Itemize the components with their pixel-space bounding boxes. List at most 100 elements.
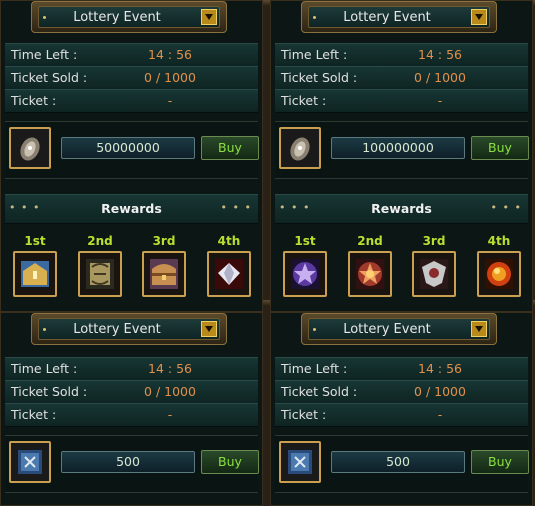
lottery-event-dropdown[interactable]: Lottery Event	[31, 1, 227, 33]
time-left-label: Time Left :	[11, 47, 78, 62]
fire-orb-icon	[485, 259, 513, 289]
time-left-row: Time Left : 14 : 56	[5, 43, 258, 67]
golden-chest-icon	[21, 261, 49, 287]
ticket-value: -	[167, 407, 173, 422]
spellbook-icon	[288, 450, 312, 474]
treasure-chest-icon	[150, 259, 178, 289]
ticket-value: -	[167, 93, 173, 108]
time-left-value: 14 : 56	[148, 361, 192, 376]
ticket-sold-value: 0 / 1000	[144, 384, 196, 399]
purchase-box: 100000000 Buy	[275, 121, 529, 179]
time-left-row: Time Left : 14 : 56	[275, 43, 528, 67]
lottery-event-dropdown[interactable]: Lottery Event	[31, 313, 227, 345]
ticket-item-slot[interactable]	[9, 441, 51, 483]
time-left-value: 14 : 56	[148, 47, 192, 62]
ticket-value: -	[437, 93, 443, 108]
dropdown-title: Lottery Event	[73, 322, 161, 337]
time-left-label: Time Left :	[11, 361, 78, 376]
chevron-down-icon[interactable]	[201, 321, 217, 337]
lottery-panel-4: Lottery Event Time Left : 14 : 56 Ticket…	[270, 312, 533, 506]
chevron-down-icon[interactable]	[201, 9, 217, 25]
ticket-row: Ticket : -	[5, 403, 258, 427]
lottery-event-dropdown[interactable]: Lottery Event	[301, 1, 497, 33]
price-field: 500	[61, 451, 195, 473]
time-left-value: 14 : 56	[418, 361, 462, 376]
lottery-panel-2: Lottery Event Time Left : 14 : 56 Ticket…	[270, 0, 533, 312]
price-field: 500	[331, 451, 465, 473]
ticket-row: Ticket : -	[5, 89, 258, 113]
purchase-box: 500 Buy	[275, 435, 529, 493]
reward-slot-4th[interactable]	[207, 251, 251, 297]
chevron-down-icon[interactable]	[471, 9, 487, 25]
reward-slot-2nd[interactable]	[78, 251, 122, 297]
buy-button[interactable]: Buy	[201, 136, 259, 160]
time-left-label: Time Left :	[281, 361, 348, 376]
ticket-value: -	[437, 407, 443, 422]
buy-button[interactable]: Buy	[201, 450, 259, 474]
ticket-label: Ticket :	[11, 93, 57, 108]
lottery-panel-1: Lottery Event Time Left : 14 : 56 Ticket…	[0, 0, 263, 312]
time-left-value: 14 : 56	[418, 47, 462, 62]
rewards-header: • • • Rewards • • •	[5, 194, 258, 224]
time-left-row: Time Left : 14 : 56	[275, 357, 528, 381]
reward-slot-3rd[interactable]	[412, 251, 456, 297]
ticket-sold-row: Ticket Sold : 0 / 1000	[275, 66, 528, 90]
ornate-box-icon	[86, 259, 114, 289]
rewards-dots-right: • • •	[220, 201, 252, 214]
ticket-sold-label: Ticket Sold :	[11, 384, 88, 399]
buy-button[interactable]: Buy	[471, 136, 529, 160]
buy-button[interactable]: Buy	[471, 450, 529, 474]
reward-slot-4th[interactable]	[477, 251, 521, 297]
time-left-label: Time Left :	[281, 47, 348, 62]
chevron-down-icon[interactable]	[471, 321, 487, 337]
ticket-sold-label: Ticket Sold :	[281, 384, 358, 399]
time-left-row: Time Left : 14 : 56	[5, 357, 258, 381]
reward-rank-4th: 4th	[487, 234, 511, 248]
reward-rank-3rd: 3rd	[152, 234, 176, 248]
dropdown-title: Lottery Event	[343, 10, 431, 25]
purchase-box: 50000000 Buy	[5, 121, 259, 179]
spellbook-icon	[18, 450, 42, 474]
ticket-sold-row: Ticket Sold : 0 / 1000	[5, 380, 258, 404]
ticket-sold-value: 0 / 1000	[144, 70, 196, 85]
reward-slot-2nd[interactable]	[348, 251, 392, 297]
ticket-sold-row: Ticket Sold : 0 / 1000	[275, 380, 528, 404]
price-field: 100000000	[331, 137, 465, 159]
ticket-sold-label: Ticket Sold :	[281, 70, 358, 85]
dropdown-title: Lottery Event	[343, 322, 431, 337]
ticket-sold-value: 0 / 1000	[414, 384, 466, 399]
ticket-item-slot[interactable]	[279, 441, 321, 483]
silver-crest-icon	[420, 259, 448, 289]
ticket-label: Ticket :	[11, 407, 57, 422]
ticket-sold-row: Ticket Sold : 0 / 1000	[5, 66, 258, 90]
diamond-icon	[215, 259, 243, 289]
reward-rank-1st: 1st	[294, 234, 316, 248]
reward-rank-2nd: 2nd	[357, 234, 383, 248]
ticket-sold-label: Ticket Sold :	[11, 70, 88, 85]
rewards-dots-right: • • •	[490, 201, 522, 214]
ticket-item-slot[interactable]	[279, 127, 321, 169]
scroll-icon	[290, 137, 310, 161]
ticket-label: Ticket :	[281, 93, 327, 108]
price-field: 50000000	[61, 137, 195, 159]
purple-star-emblem-icon	[291, 259, 319, 289]
reward-slot-1st[interactable]	[283, 251, 327, 297]
reward-rank-3rd: 3rd	[422, 234, 446, 248]
reward-rank-1st: 1st	[24, 234, 46, 248]
ticket-label: Ticket :	[281, 407, 327, 422]
ticket-sold-value: 0 / 1000	[414, 70, 466, 85]
ticket-row: Ticket : -	[275, 89, 528, 113]
scroll-icon	[20, 137, 40, 161]
purchase-box: 500 Buy	[5, 435, 259, 493]
red-star-emblem-icon	[356, 259, 384, 289]
dropdown-title: Lottery Event	[73, 10, 161, 25]
reward-rank-2nd: 2nd	[87, 234, 113, 248]
ticket-row: Ticket : -	[275, 403, 528, 427]
reward-rank-4th: 4th	[217, 234, 241, 248]
ticket-item-slot[interactable]	[9, 127, 51, 169]
lottery-panel-3: Lottery Event Time Left : 14 : 56 Ticket…	[0, 312, 263, 506]
rewards-header: • • • Rewards • • •	[275, 194, 528, 224]
reward-slot-1st[interactable]	[13, 251, 57, 297]
lottery-event-dropdown[interactable]: Lottery Event	[301, 313, 497, 345]
reward-slot-3rd[interactable]	[142, 251, 186, 297]
